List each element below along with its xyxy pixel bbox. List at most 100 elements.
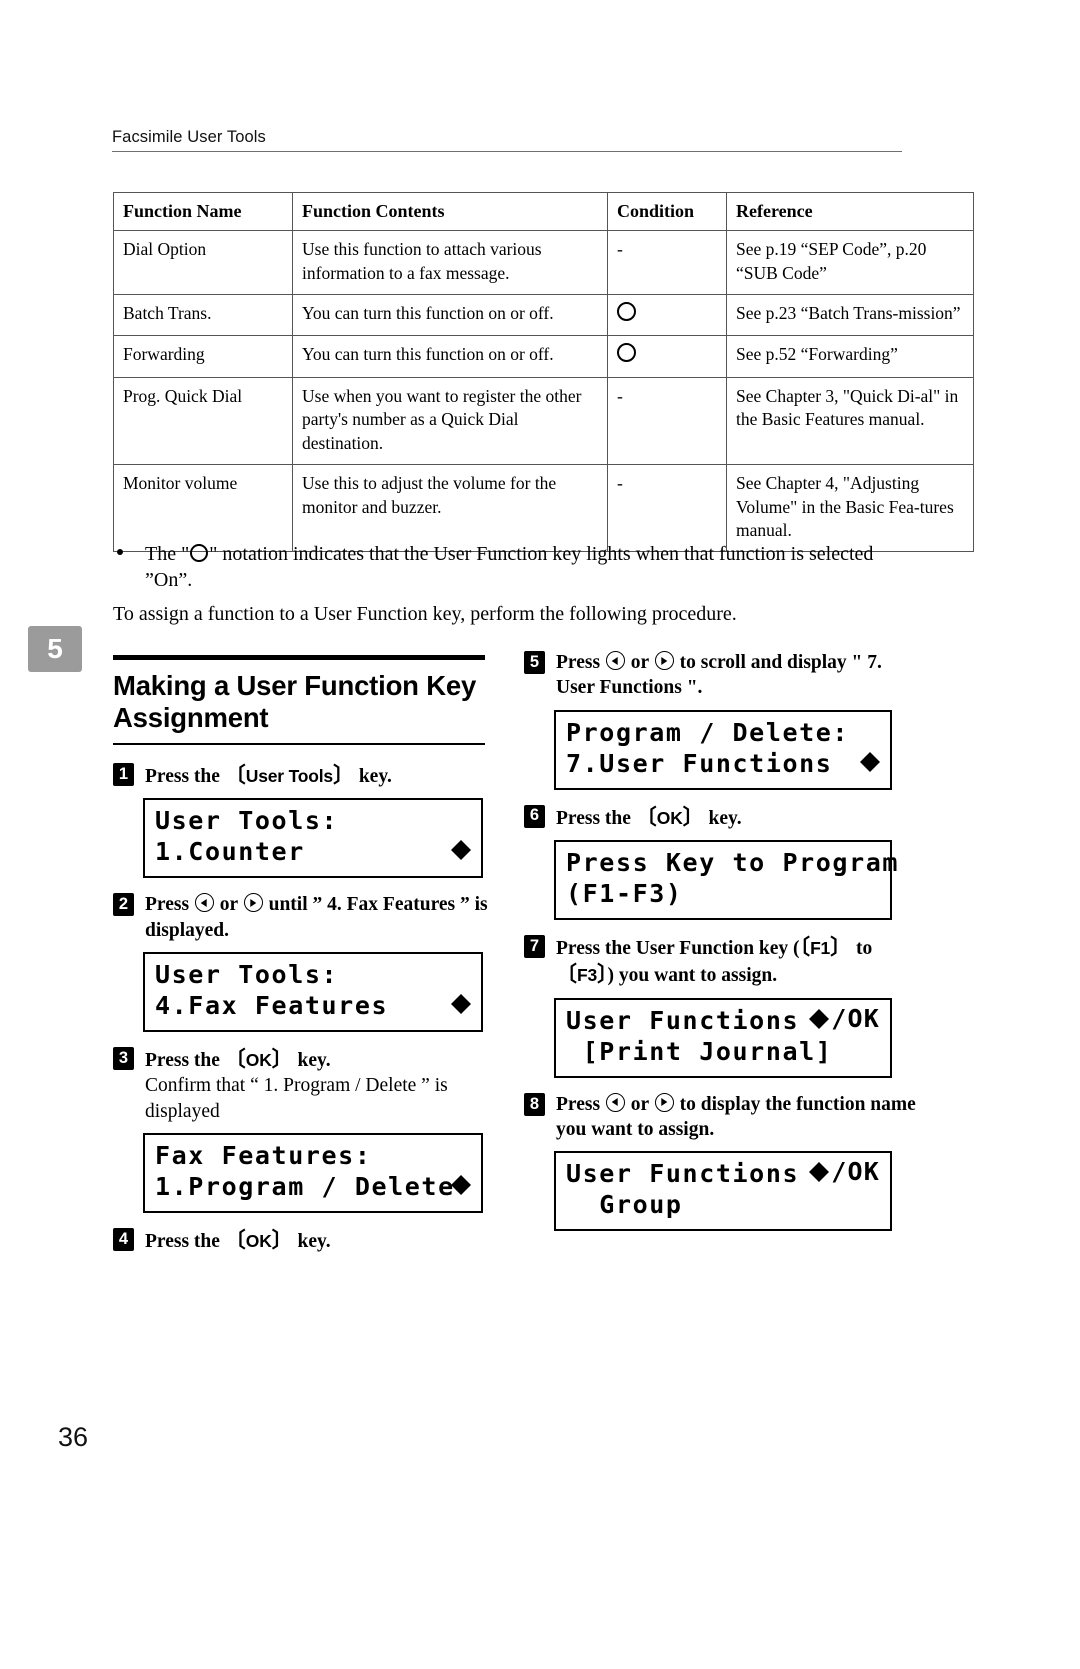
note-text-before: The " bbox=[145, 543, 190, 565]
page-number: 36 bbox=[58, 1422, 89, 1452]
cell-condition bbox=[607, 335, 727, 378]
cell-reference: See p.52 “Forwarding” bbox=[726, 335, 974, 378]
step-number-6: 6 bbox=[524, 804, 545, 828]
right-arrow-icon bbox=[461, 1175, 471, 1196]
cell-function-name: Dial Option bbox=[113, 230, 293, 295]
intro-paragraph: To assign a function to a User Function … bbox=[113, 603, 737, 625]
table-row: Monitor volume Use this to adjust the vo… bbox=[113, 464, 974, 553]
cell-function-contents: You can turn this function on or off. bbox=[292, 335, 608, 378]
table-row: Forwarding You can turn this function on… bbox=[113, 335, 974, 378]
step-7-text: Press the User Function key (〔F1〕 to 〔F3… bbox=[556, 935, 873, 987]
lcd-5-line-1: Program / Delete: bbox=[566, 717, 850, 747]
lcd-1-line-2: 1.Counter bbox=[155, 837, 305, 867]
left-arrow-key-icon bbox=[194, 893, 214, 913]
right-arrow-key-icon bbox=[243, 893, 263, 913]
step-number-1: 1 bbox=[113, 763, 134, 786]
left-arrow-key-icon bbox=[605, 1092, 625, 1112]
right-arrow-key-icon bbox=[654, 1092, 674, 1112]
section-title: Making a User Function Key Assignment bbox=[113, 670, 477, 733]
step-3-body: Confirm that “ 1. Program / Delete ” is … bbox=[145, 1075, 448, 1122]
lcd-display-5: Program / Delete: 7.User Functions bbox=[554, 709, 892, 790]
condition-circle-icon bbox=[617, 343, 636, 363]
lcd-5-line-2: 7.User Functions bbox=[566, 748, 833, 778]
step-number-7: 7 bbox=[524, 935, 545, 959]
keycap-ok-label: OK bbox=[245, 1050, 272, 1071]
lcd-display-8: User Functions /OK Group bbox=[554, 1151, 892, 1232]
step-1: 1 Press the 〔User Tools〕 key. User Tools… bbox=[113, 762, 503, 879]
lcd-2-line-1: User Tools: bbox=[155, 960, 339, 990]
th-function-name: Function Name bbox=[113, 191, 293, 232]
keycap-f3-label: F3 bbox=[577, 965, 598, 986]
right-arrow-icon bbox=[819, 1008, 830, 1029]
step-2: 2 Press or until ” 4. Fax Features ” is … bbox=[113, 892, 503, 1033]
cell-function-contents: Use this to adjust the volume for the mo… bbox=[292, 464, 608, 553]
left-column: 1 Press the 〔User Tools〕 key. User Tools… bbox=[113, 762, 503, 1254]
note-bullet: The " " notation indicates that the User … bbox=[113, 542, 903, 593]
keycap-ok-label: OK bbox=[245, 1231, 272, 1252]
cell-reference: See p.19 “SEP Code”, p.20 “SUB Code” bbox=[726, 230, 974, 295]
step-3-text: Press the 〔OK〕 key. bbox=[145, 1047, 331, 1072]
step-number-5: 5 bbox=[524, 651, 545, 674]
lcd-3-line-1: Fax Features: bbox=[155, 1141, 372, 1171]
cell-condition: - bbox=[607, 464, 727, 553]
table-row: Batch Trans. You can turn this function … bbox=[113, 293, 974, 337]
right-column: 5 Press or to scroll and display " 7. Us… bbox=[524, 650, 916, 1245]
keycap-user-tools-label: User Tools bbox=[245, 766, 333, 786]
step-6-text: Press the 〔OK〕 key. bbox=[556, 804, 742, 829]
running-header: Facsimile User Tools bbox=[112, 128, 902, 152]
lcd-8-line-2: Group bbox=[566, 1190, 683, 1220]
step-6: 6 Press the 〔OK〕 key. Press Key to Progr… bbox=[524, 804, 916, 921]
cell-function-contents: Use when you want to register the other … bbox=[292, 376, 608, 466]
cell-function-contents: Use this function to attach various info… bbox=[292, 230, 608, 295]
chapter-tab: 5 bbox=[28, 626, 82, 672]
section-rule-bottom bbox=[113, 742, 485, 745]
lcd-6-line-1: Press Key to Program bbox=[566, 848, 900, 878]
lcd-1-scroll-arrows-icon bbox=[451, 840, 471, 861]
left-arrow-icon bbox=[809, 1008, 820, 1029]
bullet-dot-icon bbox=[117, 549, 123, 555]
right-arrow-icon bbox=[819, 1162, 830, 1183]
lcd-display-1: User Tools: 1.Counter bbox=[143, 798, 483, 879]
cell-function-name: Monitor volume bbox=[113, 464, 293, 553]
header-rule bbox=[112, 151, 902, 152]
keycap-f1-label: F1 bbox=[810, 938, 831, 959]
table-row: Prog. Quick Dial Use when you want to re… bbox=[113, 376, 974, 466]
table-header-row: Function Name Function Contents Conditio… bbox=[113, 191, 974, 232]
table-row: Dial Option Use this function to attach … bbox=[113, 230, 974, 295]
step-4-text: Press the 〔OK〕 key. bbox=[145, 1228, 331, 1253]
cell-function-contents: You can turn this function on or off. bbox=[292, 293, 608, 337]
lcd-8-line-1: User Functions bbox=[566, 1159, 800, 1189]
lcd-1-line-1: User Tools: bbox=[155, 806, 339, 836]
step-5-text: Press or to scroll and display " 7. User… bbox=[556, 651, 882, 699]
chapter-tab-number: 5 bbox=[47, 633, 63, 664]
step-2-text: Press or until ” 4. Fax Features ” is di… bbox=[145, 893, 488, 941]
th-condition: Condition bbox=[607, 191, 727, 232]
th-function-contents: Function Contents bbox=[292, 191, 608, 232]
lcd-display-2: User Tools: 4.Fax Features bbox=[143, 952, 483, 1033]
cell-function-name: Batch Trans. bbox=[113, 293, 293, 337]
right-arrow-icon bbox=[461, 840, 471, 861]
lcd-7-ok-label: /OK bbox=[831, 1003, 880, 1033]
lcd-7-arrows-ok-icon: /OK bbox=[809, 1003, 880, 1033]
cell-condition: - bbox=[607, 230, 727, 295]
running-header-text: Facsimile User Tools bbox=[112, 128, 266, 146]
lcd-display-6: Press Key to Program (F1-F3) bbox=[554, 840, 897, 921]
cell-function-name: Forwarding bbox=[113, 335, 293, 378]
lcd-8-arrows-ok-icon: /OK bbox=[809, 1159, 880, 1184]
keycap-user-tools: 〔 bbox=[224, 763, 246, 787]
lcd-2-line-2: 4.Fax Features bbox=[155, 991, 389, 1021]
lcd-5-scroll-arrows-icon bbox=[860, 751, 880, 772]
cell-reference: See Chapter 4, "Adjusting Volume" in the… bbox=[726, 464, 974, 553]
keycap-ok-label: OK bbox=[656, 807, 683, 828]
right-arrow-icon bbox=[870, 751, 880, 772]
lcd-3-line-2: 1.Program / Delete bbox=[155, 1172, 455, 1202]
cell-condition: - bbox=[607, 376, 727, 466]
function-table: Function Name Function Contents Conditio… bbox=[113, 191, 974, 553]
left-arrow-icon bbox=[451, 994, 461, 1015]
note-circle-icon bbox=[190, 544, 209, 562]
left-arrow-icon bbox=[860, 751, 870, 772]
cell-condition bbox=[607, 293, 727, 337]
step-number-3: 3 bbox=[113, 1047, 134, 1071]
lcd-2-scroll-arrows-icon bbox=[451, 994, 471, 1015]
step-7: 7 Press the User Function key (〔F1〕 to 〔… bbox=[524, 934, 916, 1078]
